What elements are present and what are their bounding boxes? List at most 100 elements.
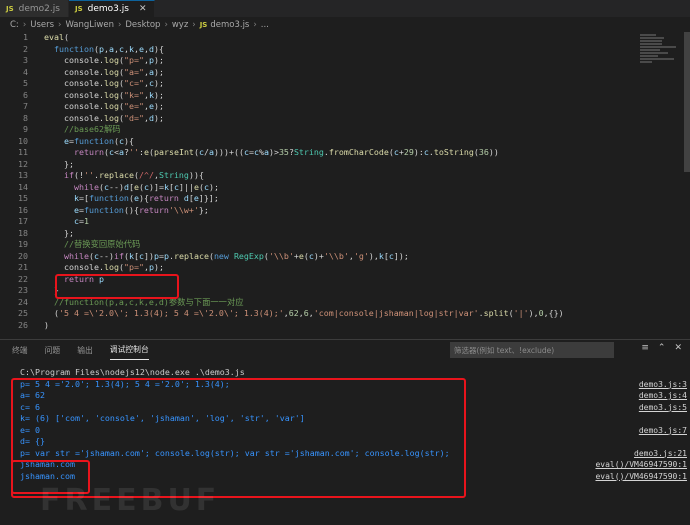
code-line[interactable]: console.log("e=",e); (44, 101, 640, 113)
code-line[interactable]: e=function(){return'\\w+'}; (44, 205, 640, 217)
panel-actions: ≡ ⌃ ✕ (632, 343, 682, 353)
console-line: c= 6 demo3.js:5 (0, 402, 690, 414)
code-line[interactable]: ('5 4 =\'2.0\'; 1.3(4); 5 4 =\'2.0\'; 1.… (44, 308, 640, 320)
line-number: 12 (18, 158, 28, 169)
code-line[interactable]: k=[function(e){return d[e]}]; (44, 193, 640, 205)
bottom-panel: 终端 问题 输出 调试控制台 筛选器(例如 text、!exclude) ≡ ⌃… (0, 339, 690, 525)
breadcrumb-file[interactable]: demo3.js (210, 20, 249, 30)
line-number: 24 (18, 296, 28, 307)
chevron-right-icon: › (58, 19, 62, 30)
code-line[interactable]: console.log("k=",k); (44, 90, 640, 102)
console-source-link[interactable]: eval()/VM46947590:1 (595, 459, 687, 471)
close-icon[interactable]: ✕ (674, 343, 682, 353)
console-line: e= 0 demo3.js:7 (0, 425, 690, 437)
js-file-icon: JS (6, 4, 14, 13)
console-text: p= 5 4 ='2.0'; 1.3(4); 5 4 ='2.0'; 1.3(4… (20, 378, 230, 389)
console-source-link[interactable]: demo3.js:7 (639, 425, 687, 437)
chevron-right-icon: › (253, 19, 257, 30)
chevron-up-icon[interactable]: ⌃ (658, 343, 666, 353)
editor-tab-bar: JS demo2.js JS demo3.js ✕ (0, 0, 690, 17)
editor-scrollbar[interactable] (684, 32, 690, 172)
console-source-link[interactable]: demo3.js:4 (639, 390, 687, 402)
console-command: C:\Program Files\nodejs12\node.exe .\dem… (20, 367, 245, 377)
code-line[interactable]: } (44, 285, 640, 297)
line-number: 17 (18, 216, 28, 226)
line-number: 2 (23, 43, 28, 54)
code-line[interactable]: console.log("d=",d); (44, 113, 640, 125)
console-source-link[interactable]: demo3.js:3 (639, 379, 687, 391)
console-source-link[interactable]: eval()/VM46947590:1 (595, 471, 687, 483)
code-line[interactable]: console.log("c=",c); (44, 78, 640, 90)
tab-demo2[interactable]: JS demo2.js (0, 0, 69, 17)
line-number: 7 (23, 101, 28, 111)
code-line[interactable]: ) (44, 320, 640, 332)
breadcrumb-item[interactable]: C: (10, 20, 19, 30)
code-line[interactable]: eval( (44, 32, 640, 44)
code-line[interactable]: c=1 (44, 216, 640, 228)
code-editor[interactable]: 1 2 3 4 5 6 7 8 9 10 11 12 13 14 15 16 17 18 19 20 21 22 23 24 2… (0, 32, 690, 337)
breadcrumb: C: › Users › WangLiwen › Desktop › wyz › JS d… (0, 17, 690, 32)
code-line[interactable]: }; (44, 228, 640, 240)
code-line[interactable]: return p (44, 274, 640, 286)
chevron-right-icon[interactable]: › (10, 413, 14, 425)
breadcrumb-item[interactable]: Users (30, 20, 54, 30)
code-line[interactable]: function(p,a,c,k,e,d){ (44, 44, 640, 56)
breadcrumb-tail[interactable]: ... (261, 20, 269, 30)
console-line: jshaman.com eval()/VM46947590:1 (0, 459, 690, 471)
line-number: 18 (18, 227, 28, 238)
code-line[interactable]: if(!''.replace(/^/,String)){ (44, 170, 640, 182)
line-number: 15 (18, 193, 28, 203)
console-source-link[interactable]: demo3.js:5 (639, 402, 687, 414)
console-source-link[interactable]: demo3.js:21 (634, 448, 687, 460)
debug-console-output[interactable]: C:\Program Files\nodejs12\node.exe .\dem… (0, 367, 690, 482)
breadcrumb-item[interactable]: wyz (172, 20, 188, 30)
js-file-icon: JS (74, 5, 83, 13)
chevron-right-icon: › (117, 19, 122, 30)
tab-output[interactable]: 输出 (77, 340, 93, 360)
line-number: 16 (18, 204, 28, 215)
tab-label: demo3.js (87, 4, 129, 14)
line-number: 22 (18, 273, 28, 284)
line-number-gutter: 1 2 3 4 5 6 7 8 9 10 11 12 13 14 15 16 17 18 19 20 21 22 23 24 2… (0, 32, 32, 331)
tab-terminal[interactable]: 终端 (12, 340, 28, 360)
code-line[interactable]: console.log("p=",p); (44, 262, 640, 274)
tab-debug-console[interactable]: 调试控制台 (109, 340, 149, 360)
code-line[interactable]: console.log("p=",p); (44, 55, 640, 67)
code-line[interactable]: while(c--)d[e(c)]=k[c]||e(c); (44, 182, 640, 194)
console-text: e= 0 (20, 424, 40, 435)
console-text: d= {} (20, 436, 45, 446)
console-line: a= 62 demo3.js:4 (0, 390, 690, 402)
chevron-right-icon[interactable]: › (10, 436, 14, 448)
chevron-right-icon: › (192, 19, 196, 30)
line-number: 21 (18, 262, 28, 272)
line-number: 9 (23, 124, 28, 134)
line-number: 8 (23, 112, 28, 123)
clear-console-icon[interactable]: ≡ (641, 343, 649, 353)
console-line[interactable]: › d= {} (0, 436, 690, 448)
line-number: 10 (18, 135, 28, 146)
line-number: 14 (18, 181, 28, 192)
close-icon[interactable]: ✕ (139, 4, 147, 14)
code-line[interactable]: console.log("a=",a); (44, 67, 640, 79)
code-line[interactable]: return(c<a?'':e(parseInt(c/a)))+((c=c%a)… (44, 147, 640, 159)
tab-problems[interactable]: 问题 (45, 340, 61, 360)
code-line[interactable]: //base62解码 (44, 124, 640, 136)
filter-input[interactable]: 筛选器(例如 text、!exclude) (450, 342, 614, 358)
line-number: 5 (23, 78, 28, 88)
code-line[interactable]: e=function(c){ (44, 136, 640, 148)
line-number: 20 (18, 250, 28, 261)
breadcrumb-item[interactable]: WangLiwen (65, 20, 114, 30)
console-text: c= 6 (20, 401, 40, 412)
minimap[interactable] (640, 34, 680, 74)
tab-demo3[interactable]: JS demo3.js ✕ (68, 0, 156, 17)
console-line[interactable]: › k= (6) ['com', 'console', 'jshaman', 'l… (0, 413, 690, 425)
console-text: jshaman.com (20, 470, 75, 481)
console-text: p= var str ='jshaman.com'; console.log(s… (20, 447, 450, 458)
breadcrumb-item[interactable]: Desktop (125, 20, 160, 30)
line-number: 26 (18, 319, 28, 330)
code-line[interactable]: while(c--)if(k[c])p=p.replace(new RegExp… (44, 251, 640, 263)
code-line[interactable]: //function(p,a,c,k,e,d)参数与下面一一对应 (44, 297, 640, 309)
code-area[interactable]: eval( function(p,a,c,k,e,d){ console.log… (44, 32, 640, 331)
code-line[interactable]: }; (44, 159, 640, 171)
code-line[interactable]: //替换变回原始代码 (44, 239, 640, 251)
